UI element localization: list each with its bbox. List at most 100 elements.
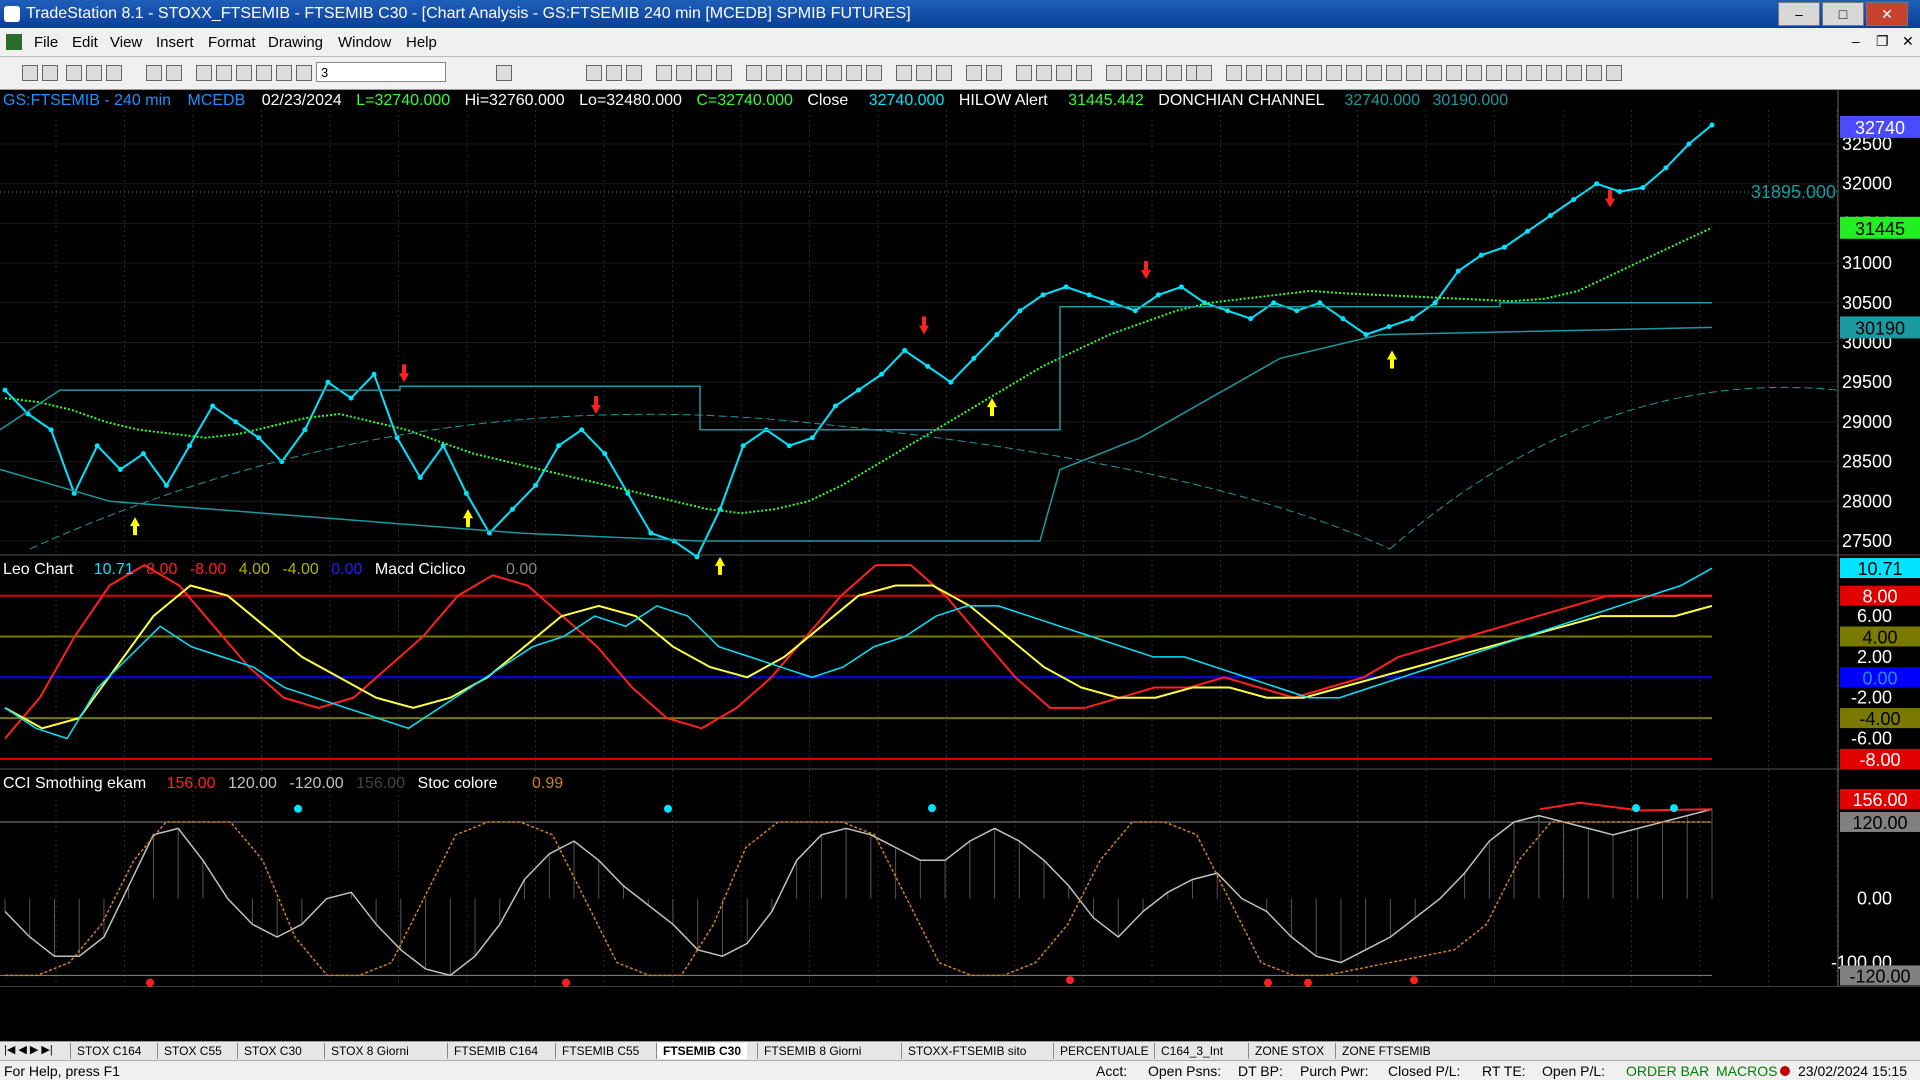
toolbar-tool-icon[interactable]: [22, 65, 38, 81]
toolbar-tool-icon[interactable]: [1366, 65, 1382, 81]
menu-format[interactable]: Format: [208, 34, 256, 51]
minimize-button[interactable]: –: [1778, 2, 1820, 26]
toolbar-tool-icon[interactable]: [106, 65, 122, 81]
toolbar-tool-icon[interactable]: [1506, 65, 1522, 81]
workspace-tab[interactable]: FTSEMIB 8 Giorni: [757, 1043, 867, 1059]
toolbar-tool-icon[interactable]: [1466, 65, 1482, 81]
toolbar-tool-icon[interactable]: [1526, 65, 1542, 81]
toolbar-tool-icon[interactable]: [236, 65, 252, 81]
toolbar-tool-icon[interactable]: [766, 65, 782, 81]
toolbar-tool-icon[interactable]: [1406, 65, 1422, 81]
toolbar-tool-icon[interactable]: [66, 65, 82, 81]
workspace-tab[interactable]: STOX 8 Giorni: [324, 1043, 415, 1059]
order-bar-label[interactable]: ORDER BAR: [1626, 1061, 1709, 1080]
workspace-tab[interactable]: FTSEMIB C30: [656, 1043, 748, 1059]
menu-edit[interactable]: Edit: [72, 34, 98, 51]
toolbar-tool-icon[interactable]: [1566, 65, 1582, 81]
toolbar-tool-icon[interactable]: [1076, 65, 1092, 81]
toolbar-tool-icon[interactable]: [1446, 65, 1462, 81]
mdi-close-button[interactable]: ✕: [1902, 33, 1914, 50]
toolbar-tool-icon[interactable]: [866, 65, 882, 81]
toolbar-tool-icon[interactable]: [786, 65, 802, 81]
workspace-tab[interactable]: STOX C55: [157, 1043, 228, 1059]
toolbar-tool-icon[interactable]: [1486, 65, 1502, 81]
workspace-tab[interactable]: STOX C30: [237, 1043, 308, 1059]
toolbar-tool-icon[interactable]: [1286, 65, 1302, 81]
toolbar-tool-icon[interactable]: [256, 65, 272, 81]
toolbar-tool-icon[interactable]: [1016, 65, 1032, 81]
toolbar-tool-icon[interactable]: [1606, 65, 1622, 81]
workspace-tab[interactable]: FTSEMIB C164: [447, 1043, 544, 1059]
workspace-tab[interactable]: ZONE STOX: [1248, 1043, 1330, 1059]
workspace-tab[interactable]: STOXX-FTSEMIB sito: [901, 1043, 1032, 1059]
workspace-tab[interactable]: STOX C164: [70, 1043, 147, 1059]
toolbar-tool-icon[interactable]: [606, 65, 622, 81]
toolbar-tool-icon[interactable]: [1306, 65, 1322, 81]
mdi-restore-button[interactable]: ❐: [1876, 33, 1889, 50]
close-button[interactable]: ✕: [1866, 2, 1908, 26]
toolbar-tool-icon[interactable]: [1426, 65, 1442, 81]
toolbar-tool-icon[interactable]: [1166, 65, 1182, 81]
toolbar-tool-icon[interactable]: [146, 65, 162, 81]
toolbar-tool-icon[interactable]: [896, 65, 912, 81]
toolbar-tool-icon[interactable]: [656, 65, 672, 81]
chart-canvas[interactable]: GS:FTSEMIB - 240 min MCEDB 02/23/2024 L=…: [0, 90, 1920, 1017]
close-price-point: [902, 347, 908, 353]
toolbar-tool-icon[interactable]: [626, 65, 642, 81]
toolbar-tool-icon[interactable]: [276, 65, 292, 81]
mdi-minimize-button[interactable]: –: [1852, 33, 1860, 49]
menu-view[interactable]: View: [110, 34, 142, 51]
status-bar: For Help, press F1 Acct: Open Psns: DT B…: [0, 1060, 1920, 1080]
toolbar-tool-icon[interactable]: [826, 65, 842, 81]
workspace-tab[interactable]: FTSEMIB C55: [555, 1043, 645, 1059]
toolbar-tool-icon[interactable]: [1586, 65, 1602, 81]
buy-signal-arrow-icon: [130, 517, 140, 536]
font-size-select[interactable]: 3: [316, 62, 446, 82]
cci-bottom-dot-icon: [1304, 978, 1312, 987]
toolbar-tool-icon[interactable]: [1196, 65, 1212, 81]
menu-file[interactable]: File: [34, 34, 58, 51]
toolbar-tool-icon[interactable]: [496, 65, 512, 81]
menu-drawing[interactable]: Drawing: [268, 34, 323, 51]
toolbar-tool-icon[interactable]: [1386, 65, 1402, 81]
cci-pane: [0, 801, 1713, 987]
toolbar-tool-icon[interactable]: [1226, 65, 1242, 81]
macros-label[interactable]: MACROS: [1716, 1061, 1777, 1080]
toolbar-tool-icon[interactable]: [1326, 65, 1342, 81]
toolbar-tool-icon[interactable]: [986, 65, 1002, 81]
menu-insert[interactable]: Insert: [156, 34, 194, 51]
tab-scroll-arrows[interactable]: |◀ ◀ ▶ ▶|: [4, 1043, 53, 1056]
toolbar-tool-icon[interactable]: [1546, 65, 1562, 81]
high-label: Hi=32760.000: [465, 92, 565, 109]
toolbar-tool-icon[interactable]: [696, 65, 712, 81]
toolbar-tool-icon[interactable]: [166, 65, 182, 81]
toolbar-tool-icon[interactable]: [1036, 65, 1052, 81]
toolbar-tool-icon[interactable]: [586, 65, 602, 81]
toolbar-tool-icon[interactable]: [1246, 65, 1262, 81]
toolbar-tool-icon[interactable]: [1106, 65, 1122, 81]
menu-window[interactable]: Window: [338, 34, 391, 51]
toolbar-tool-icon[interactable]: [1266, 65, 1282, 81]
toolbar-tool-icon[interactable]: [966, 65, 982, 81]
workspace-tab[interactable]: ZONE FTSEMIB: [1335, 1043, 1437, 1059]
toolbar-tool-icon[interactable]: [806, 65, 822, 81]
toolbar-tool-icon[interactable]: [1126, 65, 1142, 81]
toolbar-tool-icon[interactable]: [746, 65, 762, 81]
toolbar-tool-icon[interactable]: [936, 65, 952, 81]
toolbar-tool-icon[interactable]: [296, 65, 312, 81]
toolbar-tool-icon[interactable]: [716, 65, 732, 81]
toolbar-tool-icon[interactable]: [42, 65, 58, 81]
menu-help[interactable]: Help: [406, 34, 437, 51]
toolbar-tool-icon[interactable]: [846, 65, 862, 81]
toolbar-tool-icon[interactable]: [1346, 65, 1362, 81]
maximize-button[interactable]: □: [1822, 2, 1864, 26]
toolbar-tool-icon[interactable]: [86, 65, 102, 81]
toolbar-tool-icon[interactable]: [196, 65, 212, 81]
toolbar-tool-icon[interactable]: [1146, 65, 1162, 81]
workspace-tab[interactable]: C164_3_Int: [1154, 1043, 1229, 1059]
toolbar-tool-icon[interactable]: [916, 65, 932, 81]
toolbar-tool-icon[interactable]: [676, 65, 692, 81]
toolbar-tool-icon[interactable]: [1056, 65, 1072, 81]
workspace-tab[interactable]: PERCENTUALE: [1053, 1043, 1155, 1059]
toolbar-tool-icon[interactable]: [216, 65, 232, 81]
